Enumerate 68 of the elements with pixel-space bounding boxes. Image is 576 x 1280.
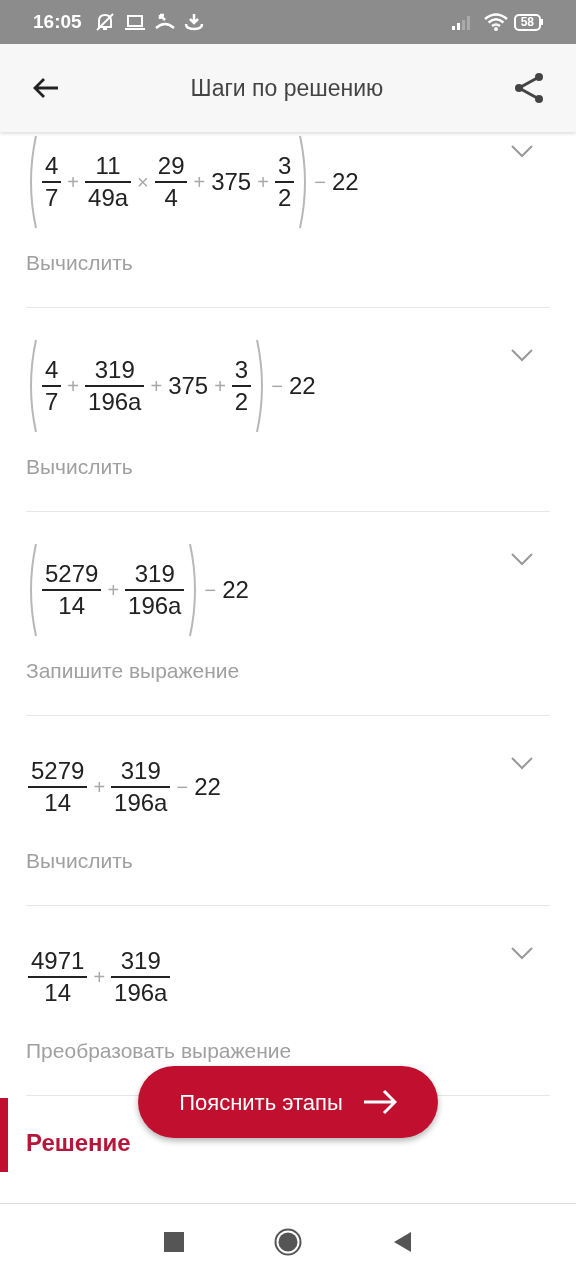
battery-indicator: 58 (513, 13, 543, 31)
denominator: 196a (113, 789, 169, 817)
share-button[interactable] (512, 71, 546, 105)
operator: + (93, 965, 106, 990)
denominator: 196a (127, 592, 183, 620)
solution-heading: Решение (26, 1128, 132, 1158)
download-icon (183, 13, 204, 31)
operator: + (107, 578, 120, 603)
denominator: 7 (44, 184, 60, 212)
denominator: 2 (276, 184, 293, 212)
numerator: 3 (276, 152, 293, 180)
step-description: Вычислить (26, 250, 134, 276)
step-description: Преобразовать выражение (26, 1038, 293, 1064)
operator: + (67, 374, 80, 399)
explain-steps-button[interactable]: Пояснить этапы (138, 1066, 438, 1138)
numerator: 319 (93, 356, 136, 384)
number: 22 (222, 575, 249, 605)
denominator: 14 (43, 979, 73, 1007)
number: 375 (211, 167, 252, 197)
operator: − (314, 170, 326, 195)
numerator: 319 (119, 947, 162, 975)
step-description: Запишите выражение (26, 658, 241, 684)
chevron-down-icon[interactable] (510, 946, 534, 960)
laptop-icon (123, 13, 146, 31)
operator: + (67, 170, 80, 195)
numerator: 319 (119, 757, 162, 785)
numerator: 319 (133, 560, 176, 588)
wifi-icon (483, 13, 508, 31)
numerator: 5279 (44, 560, 100, 588)
operator: + (150, 374, 163, 399)
arrow-right-icon (362, 1089, 397, 1115)
denominator: 2 (233, 388, 250, 416)
denominator: 4 (163, 184, 179, 212)
step-description: Вычислить (26, 848, 134, 874)
numerator: 4 (44, 152, 60, 180)
denominator: 14 (57, 592, 87, 620)
operator: − (204, 578, 217, 603)
number: 22 (331, 167, 359, 197)
operator: − (271, 374, 283, 399)
operator: − (176, 775, 189, 800)
clock: 16:05 (33, 9, 82, 34)
operator: × (137, 170, 149, 195)
numerator: 4971 (30, 947, 86, 975)
operator: + (214, 374, 226, 399)
operator: + (257, 170, 269, 195)
denominator: 7 (44, 388, 60, 416)
denominator: 49a (87, 184, 130, 212)
number: 375 (168, 371, 209, 401)
chevron-down-icon[interactable] (510, 756, 534, 770)
home-button[interactable] (274, 1228, 302, 1256)
chevron-down-icon[interactable] (510, 348, 534, 362)
step-description: Вычислить (26, 454, 134, 480)
chevron-down-icon[interactable] (510, 552, 534, 566)
numerator: 4 (44, 356, 60, 384)
denominator: 196a (87, 388, 143, 416)
denominator: 14 (43, 789, 73, 817)
screen-title: Шаги по решению (189, 73, 385, 103)
back-nav-button[interactable] (392, 1232, 412, 1252)
number: 22 (194, 772, 221, 802)
numerator: 11 (94, 152, 122, 180)
numerator: 29 (156, 152, 186, 180)
numerator: 5279 (30, 757, 86, 785)
chevron-down-icon[interactable] (510, 144, 534, 158)
denominator: 196a (113, 979, 169, 1007)
number: 22 (288, 371, 316, 401)
operator: + (193, 170, 206, 195)
numerator: 3 (233, 356, 250, 384)
operator: + (93, 775, 106, 800)
